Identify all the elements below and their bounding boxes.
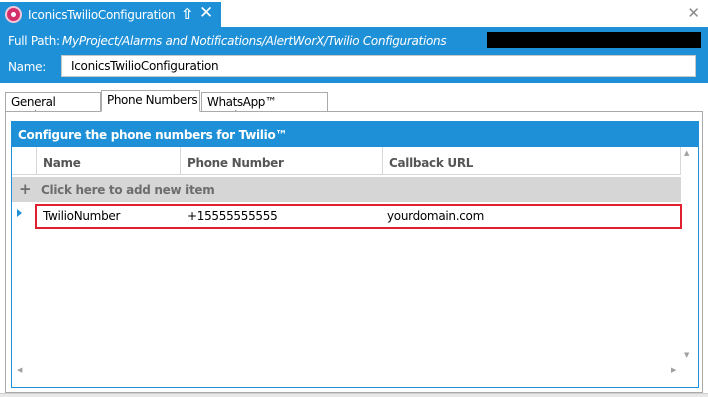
phone-numbers-panel: Configure the phone numbers for Twilio™ … bbox=[5, 111, 703, 393]
full-path-label: Full Path: bbox=[8, 34, 60, 48]
column-header-callback-url[interactable]: Callback URL bbox=[383, 147, 681, 175]
scroll-left-icon[interactable]: ◀ bbox=[17, 366, 22, 374]
phone-numbers-group: Configure the phone numbers for Twilio™ … bbox=[11, 121, 699, 388]
document-tab-strip: IconicsTwilioConfiguration ⇧ ✕ ✕ bbox=[0, 0, 708, 27]
tab-close-icon[interactable]: ✕ bbox=[199, 3, 213, 23]
name-label: Name: bbox=[8, 60, 46, 74]
scroll-right-icon[interactable]: ▶ bbox=[671, 366, 676, 374]
row-highlight-box bbox=[35, 204, 682, 229]
add-new-item-label: Click here to add new item bbox=[41, 183, 215, 197]
scroll-down-icon[interactable]: ▼ bbox=[684, 351, 689, 359]
app-icon bbox=[5, 6, 22, 23]
bottom-border bbox=[0, 393, 708, 397]
tab-general-settings[interactable]: General Settings bbox=[5, 92, 101, 123]
scroll-up-icon[interactable]: ▲ bbox=[684, 149, 689, 157]
group-title: Configure the phone numbers for Twilio™ bbox=[12, 122, 698, 147]
window-close-icon[interactable]: ✕ bbox=[687, 4, 700, 22]
redacted-box bbox=[487, 32, 701, 48]
configuration-header: Full Path: MyProject/Alarms and Notifica… bbox=[0, 27, 708, 83]
tab-phone-numbers[interactable]: Phone Numbers bbox=[101, 90, 200, 112]
phone-numbers-grid: Name Phone Number Callback URL + Click h… bbox=[12, 147, 698, 387]
row-indicator-icon bbox=[17, 209, 22, 217]
tab-whatsapp-numbers[interactable]: WhatsApp™ Numbers bbox=[201, 92, 328, 123]
column-header-name[interactable]: Name bbox=[37, 147, 181, 175]
column-header-phone-number[interactable]: Phone Number bbox=[181, 147, 383, 175]
document-tab[interactable]: IconicsTwilioConfiguration ⇧ ✕ bbox=[0, 2, 221, 27]
add-new-item-row[interactable]: + Click here to add new item bbox=[12, 177, 681, 202]
full-path-value: MyProject/Alarms and Notifications/Alert… bbox=[62, 34, 447, 48]
pin-icon[interactable]: ⇧ bbox=[181, 5, 194, 23]
row-indicator-header bbox=[12, 147, 37, 175]
name-input[interactable]: IconicsTwilioConfiguration bbox=[61, 55, 696, 77]
plus-icon: + bbox=[19, 180, 32, 198]
table-row[interactable]: TwilioNumber +15555555555 yourdomain.com bbox=[12, 203, 682, 229]
document-tab-title: IconicsTwilioConfiguration bbox=[28, 7, 176, 22]
settings-tabs: General Settings Phone Numbers WhatsApp™… bbox=[0, 90, 708, 123]
